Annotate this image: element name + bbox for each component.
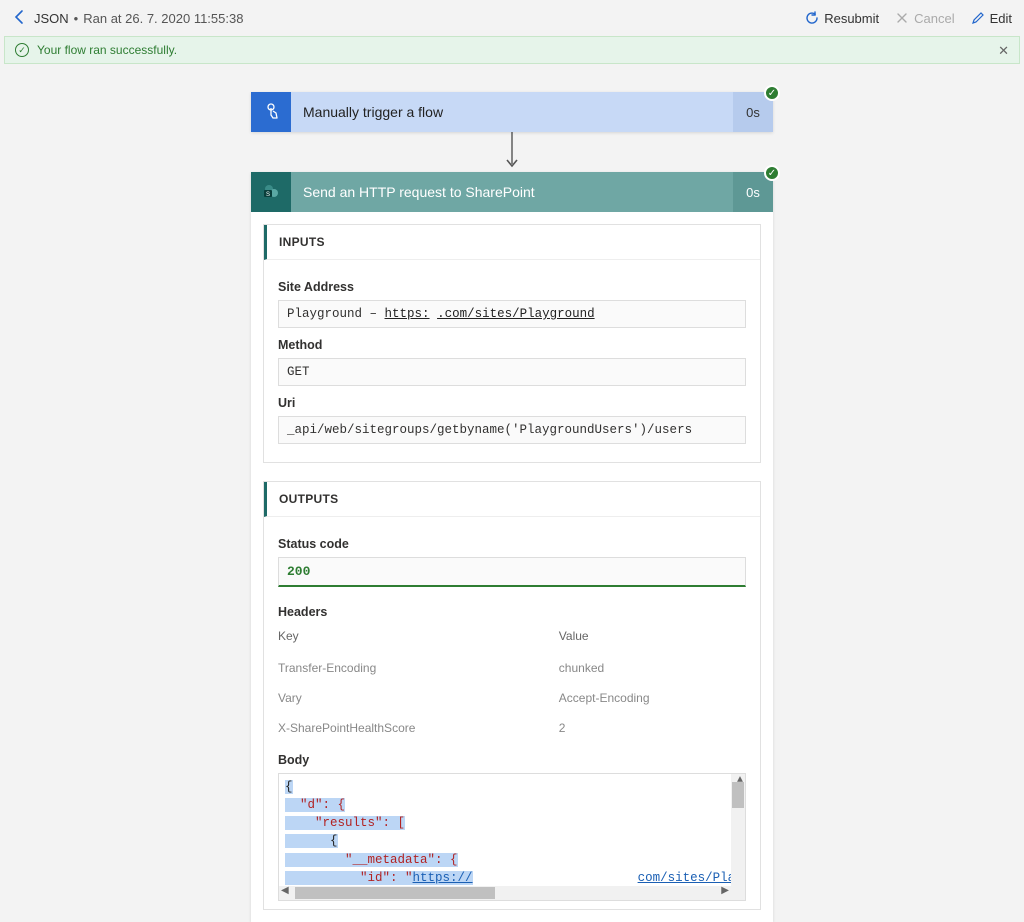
edit-icon: [971, 11, 985, 25]
uri-label: Uri: [278, 396, 746, 410]
touch-icon: [251, 92, 291, 132]
outputs-heading: OUTPUTS: [264, 482, 760, 517]
inputs-section: INPUTS Site Address Playground – https: …: [263, 224, 761, 463]
flow-canvas: ✓ Manually trigger a flow 0s ✓ S Send an…: [0, 64, 1024, 922]
resubmit-button[interactable]: Resubmit: [805, 11, 879, 26]
close-icon: [895, 11, 909, 25]
site-address-link-b[interactable]: .com/sites/Playground: [437, 307, 595, 321]
trigger-header[interactable]: Manually trigger a flow 0s: [251, 92, 773, 132]
body-code-viewer[interactable]: { "d": { "results": [ { "__metadata": { …: [278, 773, 746, 901]
success-badge-icon: ✓: [764, 165, 780, 181]
sharepoint-card[interactable]: ✓ S Send an HTTP request to SharePoint 0…: [251, 172, 773, 922]
headers-table: Key Value Transfer-Encoding chunked Vary…: [278, 625, 746, 743]
scroll-up-icon[interactable]: ▲: [737, 774, 743, 789]
resubmit-icon: [805, 11, 819, 25]
site-address-link-a[interactable]: https:: [385, 307, 430, 321]
headers-value-column: Value: [559, 625, 746, 653]
header-key: Vary: [278, 683, 559, 713]
svg-text:S: S: [266, 192, 270, 198]
table-row: Vary Accept-Encoding: [278, 683, 746, 713]
edit-label: Edit: [990, 11, 1012, 26]
json-key-metadata: "__metadata": {: [285, 853, 458, 867]
inputs-heading: INPUTS: [264, 225, 760, 260]
sharepoint-icon: S: [251, 172, 291, 212]
uri-value: _api/web/sitegroups/getbyname('Playgroun…: [278, 416, 746, 444]
json-brace: {: [285, 780, 293, 794]
resubmit-label: Resubmit: [824, 11, 879, 26]
json-redacted: [473, 871, 638, 885]
header-key: X-SharePointHealthScore: [278, 713, 559, 743]
table-row: X-SharePointHealthScore 2: [278, 713, 746, 743]
outputs-section: OUTPUTS Status code 200 Headers Key Valu…: [263, 481, 761, 910]
run-timestamp: Ran at 26. 7. 2020 11:55:38: [83, 11, 243, 26]
sharepoint-title: Send an HTTP request to SharePoint: [291, 184, 733, 200]
json-key-d: "d": {: [285, 798, 345, 812]
trigger-title: Manually trigger a flow: [291, 104, 733, 120]
scroll-right-icon[interactable]: ▶: [721, 885, 729, 900]
json-key-results: "results": [: [285, 816, 405, 830]
close-banner-icon[interactable]: ✕: [998, 43, 1009, 59]
banner-message: Your flow ran successfully.: [37, 43, 177, 57]
cancel-button: Cancel: [895, 11, 954, 26]
headers-label: Headers: [278, 605, 746, 619]
success-badge-icon: ✓: [764, 85, 780, 101]
connector-arrow: [504, 132, 520, 172]
site-address-redacted: [430, 307, 438, 321]
success-check-icon: ✓: [15, 43, 29, 57]
site-address-value: Playground – https: .com/sites/Playgroun…: [278, 300, 746, 328]
json-link[interactable]: com/sites/Playground/_ap: [638, 871, 746, 885]
header-value: chunked: [559, 653, 746, 683]
site-address-label: Site Address: [278, 280, 746, 294]
sharepoint-body: INPUTS Site Address Playground – https: …: [251, 212, 773, 922]
method-value: GET: [278, 358, 746, 386]
headers-key-column: Key: [278, 625, 559, 653]
run-title: JSON: [34, 11, 69, 26]
header-value: 2: [559, 713, 746, 743]
status-code-label: Status code: [278, 537, 746, 551]
method-label: Method: [278, 338, 746, 352]
json-link[interactable]: https://: [413, 871, 473, 885]
top-bar: JSON • Ran at 26. 7. 2020 11:55:38 Resub…: [0, 0, 1024, 36]
body-label: Body: [278, 753, 746, 767]
cancel-label: Cancel: [914, 11, 954, 26]
header-key: Transfer-Encoding: [278, 653, 559, 683]
status-code-value: 200: [278, 557, 746, 587]
json-brace: {: [285, 834, 338, 848]
horizontal-thumb[interactable]: [295, 887, 495, 899]
scroll-left-icon[interactable]: ◀: [281, 885, 289, 900]
site-address-prefix: Playground –: [287, 307, 385, 321]
edit-button[interactable]: Edit: [971, 11, 1012, 26]
table-row: Transfer-Encoding chunked: [278, 653, 746, 683]
sharepoint-header[interactable]: S Send an HTTP request to SharePoint 0s: [251, 172, 773, 212]
trigger-card[interactable]: ✓ Manually trigger a flow 0s: [251, 92, 773, 132]
header-value: Accept-Encoding: [559, 683, 746, 713]
success-banner: ✓ Your flow ran successfully. ✕: [4, 36, 1020, 64]
back-icon[interactable]: [12, 9, 34, 28]
json-key-id: "id": ": [285, 871, 413, 885]
separator: •: [74, 11, 79, 26]
